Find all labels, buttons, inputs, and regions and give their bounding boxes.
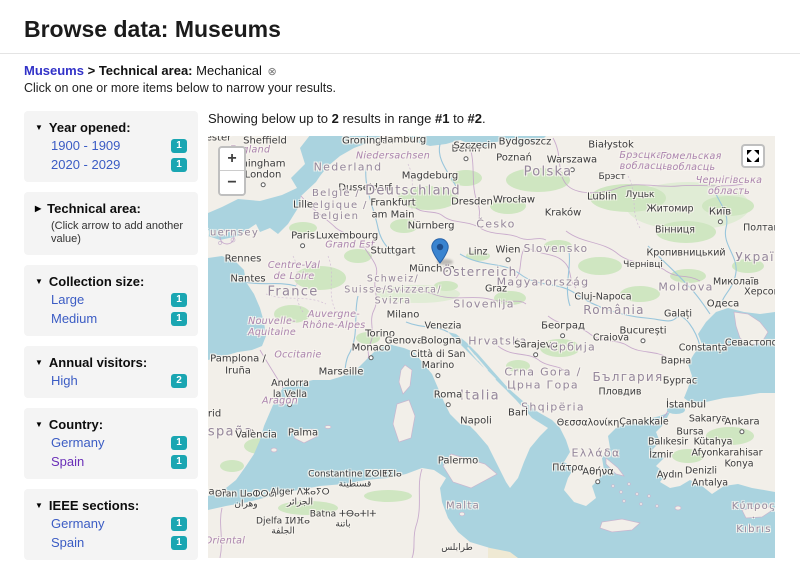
filter-option-row: 2020 - 2029 1	[51, 157, 187, 173]
filter-box-collection-size: ▼ Collection size: Large 1 Medium 1	[24, 265, 198, 336]
filter-toggle-year-opened[interactable]: ▼ Year opened:	[35, 120, 187, 135]
remove-filter-icon[interactable]: ⊗	[268, 66, 277, 78]
filter-toggle-technical-area[interactable]: ▶ Technical area:	[35, 201, 187, 216]
page-header: Browse data: Museums	[0, 16, 800, 54]
filter-toggle-collection-size[interactable]: ▼ Collection size:	[35, 274, 187, 289]
filter-box-ieee-sections: ▼ IEEE sections: Germany 1 Spain 1	[24, 489, 198, 560]
breadcrumb-filter-label: Technical area:	[99, 63, 193, 78]
filter-label: Country:	[49, 417, 103, 432]
count-badge: 1	[171, 158, 187, 172]
breadcrumb: Museums > Technical area: Mechanical ⊗	[24, 63, 776, 78]
filter-toggle-country[interactable]: ▼ Country:	[35, 417, 187, 432]
results-middle: results in range	[342, 111, 431, 126]
count-badge: 1	[171, 312, 187, 326]
filter-option-high[interactable]: High	[51, 373, 78, 389]
filter-option-country-germany[interactable]: Germany	[51, 435, 104, 451]
filter-label: Technical area:	[47, 201, 141, 216]
count-badge: 1	[171, 139, 187, 153]
filter-option-row: Spain 1	[51, 454, 187, 470]
filter-option-large[interactable]: Large	[51, 292, 84, 308]
filter-label: IEEE sections:	[49, 498, 139, 513]
fullscreen-button[interactable]	[741, 144, 765, 168]
filter-sidebar: ▼ Year opened: 1900 - 1909 1 2020 - 2029…	[24, 111, 198, 568]
filter-box-annual-visitors: ▼ Annual visitors: High 2	[24, 346, 198, 398]
filter-option-1900-1909[interactable]: 1900 - 1909	[51, 138, 120, 154]
count-badge: 1	[171, 293, 187, 307]
results-range-start: #1	[435, 111, 449, 126]
fullscreen-icon	[746, 149, 760, 163]
map[interactable]: ManchesterSheffieldEnglandBirminghamLond…	[208, 136, 775, 558]
chevron-down-icon: ▼	[35, 501, 43, 511]
page-title: Browse data: Museums	[24, 16, 800, 43]
filter-option-2020-2029[interactable]: 2020 - 2029	[51, 157, 120, 173]
filter-option-country-spain[interactable]: Spain	[51, 454, 84, 470]
title-divider	[0, 53, 800, 54]
breadcrumb-separator: >	[88, 63, 96, 78]
filter-note: (Click arrow to add another value)	[51, 220, 187, 246]
filter-label: Collection size:	[49, 274, 144, 289]
zoom-in-button[interactable]: +	[220, 148, 244, 171]
chevron-right-icon: ▶	[35, 204, 41, 214]
filter-option-row: Large 1	[51, 292, 187, 308]
filter-toggle-ieee-sections[interactable]: ▼ IEEE sections:	[35, 498, 187, 513]
count-badge: 1	[171, 455, 187, 469]
map-terrain	[208, 136, 775, 558]
count-badge: 1	[171, 536, 187, 550]
filter-option-medium[interactable]: Medium	[51, 311, 97, 327]
filter-option-ieee-spain[interactable]: Spain	[51, 535, 84, 551]
filter-option-row: Germany 1	[51, 516, 187, 532]
hint-text: Click on one or more items below to narr…	[24, 81, 776, 95]
results-to: to	[453, 111, 464, 126]
results-prefix: Showing below up to	[208, 111, 328, 126]
map-marker-muenchen[interactable]	[431, 238, 449, 269]
results-range-end: #2	[468, 111, 482, 126]
filter-toggle-annual-visitors[interactable]: ▼ Annual visitors:	[35, 355, 187, 370]
filter-label: Year opened:	[49, 120, 131, 135]
filter-label: Annual visitors:	[49, 355, 147, 370]
chevron-down-icon: ▼	[35, 358, 43, 368]
count-badge: 1	[171, 517, 187, 531]
chevron-down-icon: ▼	[35, 123, 43, 133]
map-zoom-control: + −	[218, 146, 246, 196]
filter-box-country: ▼ Country: Germany 1 Spain 1	[24, 408, 198, 479]
filter-box-technical-area: ▶ Technical area: (Click arrow to add an…	[24, 192, 198, 255]
map-pin-icon	[431, 238, 449, 264]
filter-option-ieee-germany[interactable]: Germany	[51, 516, 104, 532]
filter-box-year-opened: ▼ Year opened: 1900 - 1909 1 2020 - 2029…	[24, 111, 198, 182]
filter-option-row: Medium 1	[51, 311, 187, 327]
filter-option-row: High 2	[51, 373, 187, 389]
count-badge: 2	[171, 374, 187, 388]
results-summary: Showing below up to 2 results in range #…	[208, 111, 776, 126]
content-area: ▼ Year opened: 1900 - 1909 1 2020 - 2029…	[24, 111, 776, 568]
results-panel: Showing below up to 2 results in range #…	[208, 111, 776, 568]
filter-option-row: Germany 1	[51, 435, 187, 451]
breadcrumb-museums-link[interactable]: Museums	[24, 63, 84, 78]
chevron-down-icon: ▼	[35, 420, 43, 430]
count-badge: 1	[171, 436, 187, 450]
breadcrumb-filter-value: Mechanical	[196, 63, 262, 78]
filter-option-row: Spain 1	[51, 535, 187, 551]
results-count: 2	[332, 111, 339, 126]
chevron-down-icon: ▼	[35, 277, 43, 287]
zoom-out-button[interactable]: −	[220, 171, 244, 194]
filter-option-row: 1900 - 1909 1	[51, 138, 187, 154]
